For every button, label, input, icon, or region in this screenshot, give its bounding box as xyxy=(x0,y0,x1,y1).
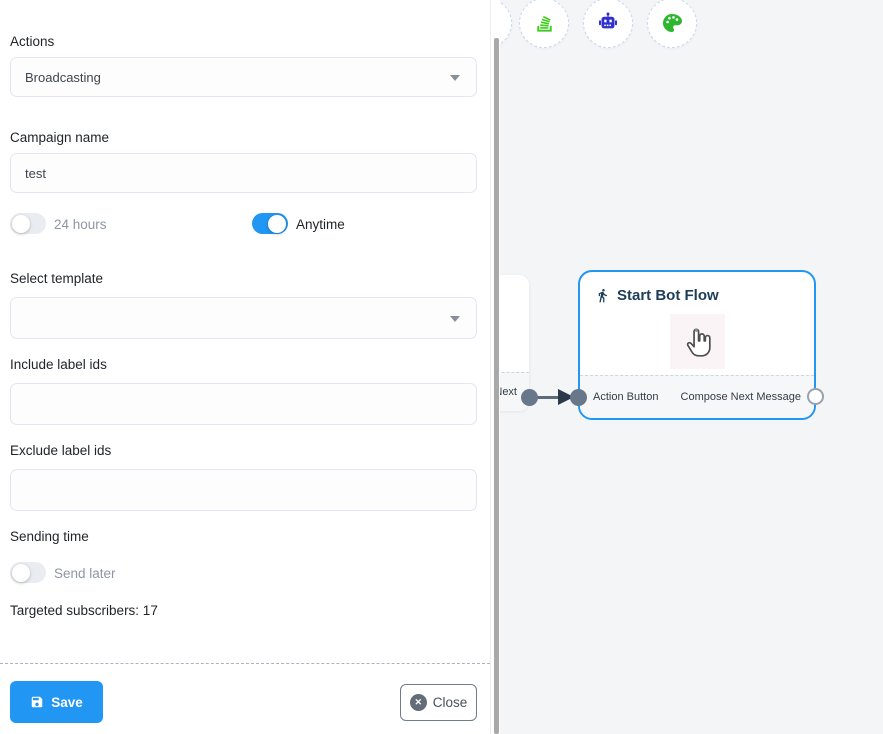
panel-scrollbar-track[interactable] xyxy=(490,0,500,734)
palette-tool-button[interactable] xyxy=(647,0,697,48)
exclude-label-ids-label: Exclude label ids xyxy=(10,443,111,458)
broadcast-editor-window: Actions Broadcasting Campaign name 24 ho… xyxy=(0,0,883,734)
panel-scrollbar-thumb[interactable] xyxy=(494,38,499,734)
cutoff-tool-circle[interactable] xyxy=(500,0,512,48)
actions-label: Actions xyxy=(10,34,54,49)
save-floppy-icon xyxy=(30,695,44,709)
flow-builder-canvas[interactable]: Next Start Bot Flow xyxy=(500,0,883,734)
actions-select[interactable]: Broadcasting xyxy=(10,57,477,97)
send-later-toggle[interactable] xyxy=(10,562,46,583)
close-button-label: Close xyxy=(433,695,468,710)
compose-next-message-connector-label: Compose Next Message xyxy=(681,391,801,403)
send-later-toggle-label: Send later xyxy=(54,566,116,581)
template-select[interactable] xyxy=(10,297,477,339)
include-label-ids-input[interactable] xyxy=(10,383,477,425)
campaign-name-input[interactable] xyxy=(10,153,477,193)
select-template-label: Select template xyxy=(10,271,103,286)
toggle-knob xyxy=(12,564,30,582)
chevron-down-icon xyxy=(450,75,460,81)
hand-cursor-icon xyxy=(680,324,716,360)
include-label-ids-label: Include label ids xyxy=(10,357,107,372)
exclude-label-ids-input[interactable] xyxy=(10,469,477,511)
node-header: Start Bot Flow xyxy=(580,272,814,304)
24-hours-toggle[interactable] xyxy=(10,213,46,234)
node-output-connector[interactable] xyxy=(807,388,824,405)
actions-select-value: Broadcasting xyxy=(25,70,101,85)
robot-icon xyxy=(596,11,620,35)
node-title: Start Bot Flow xyxy=(617,287,719,304)
toggle-knob xyxy=(268,215,286,233)
broadcast-settings-panel: Actions Broadcasting Campaign name 24 ho… xyxy=(0,0,490,734)
palette-icon xyxy=(660,11,684,35)
action-button-connector-label: Action Button xyxy=(593,391,658,403)
campaign-name-label: Campaign name xyxy=(10,130,109,145)
stack-tool-button[interactable] xyxy=(519,0,569,48)
close-circle-icon: ✕ xyxy=(410,694,427,711)
edge-source-connector[interactable] xyxy=(521,389,538,406)
anytime-toggle-label: Anytime xyxy=(296,217,345,232)
stack-icon xyxy=(533,12,556,35)
anytime-toggle[interactable] xyxy=(252,213,288,234)
toggle-knob xyxy=(12,215,30,233)
footer-divider xyxy=(0,663,490,664)
close-button[interactable]: ✕ Close xyxy=(400,684,477,721)
start-bot-flow-node[interactable]: Start Bot Flow Action Button Compose Nex… xyxy=(578,270,816,420)
sending-time-label: Sending time xyxy=(10,529,89,544)
24-hours-toggle-label: 24 hours xyxy=(54,217,107,232)
save-button-label: Save xyxy=(51,695,83,710)
targeted-subscribers-text: Targeted subscribers: 17 xyxy=(10,603,158,618)
walking-person-icon xyxy=(595,287,610,304)
robot-tool-button[interactable] xyxy=(583,0,633,48)
hover-highlight xyxy=(670,314,725,369)
node-footer: Action Button Compose Next Message xyxy=(580,375,814,418)
chevron-down-icon xyxy=(450,316,460,322)
save-button[interactable]: Save xyxy=(10,681,103,723)
node-input-connector[interactable] xyxy=(570,389,587,406)
